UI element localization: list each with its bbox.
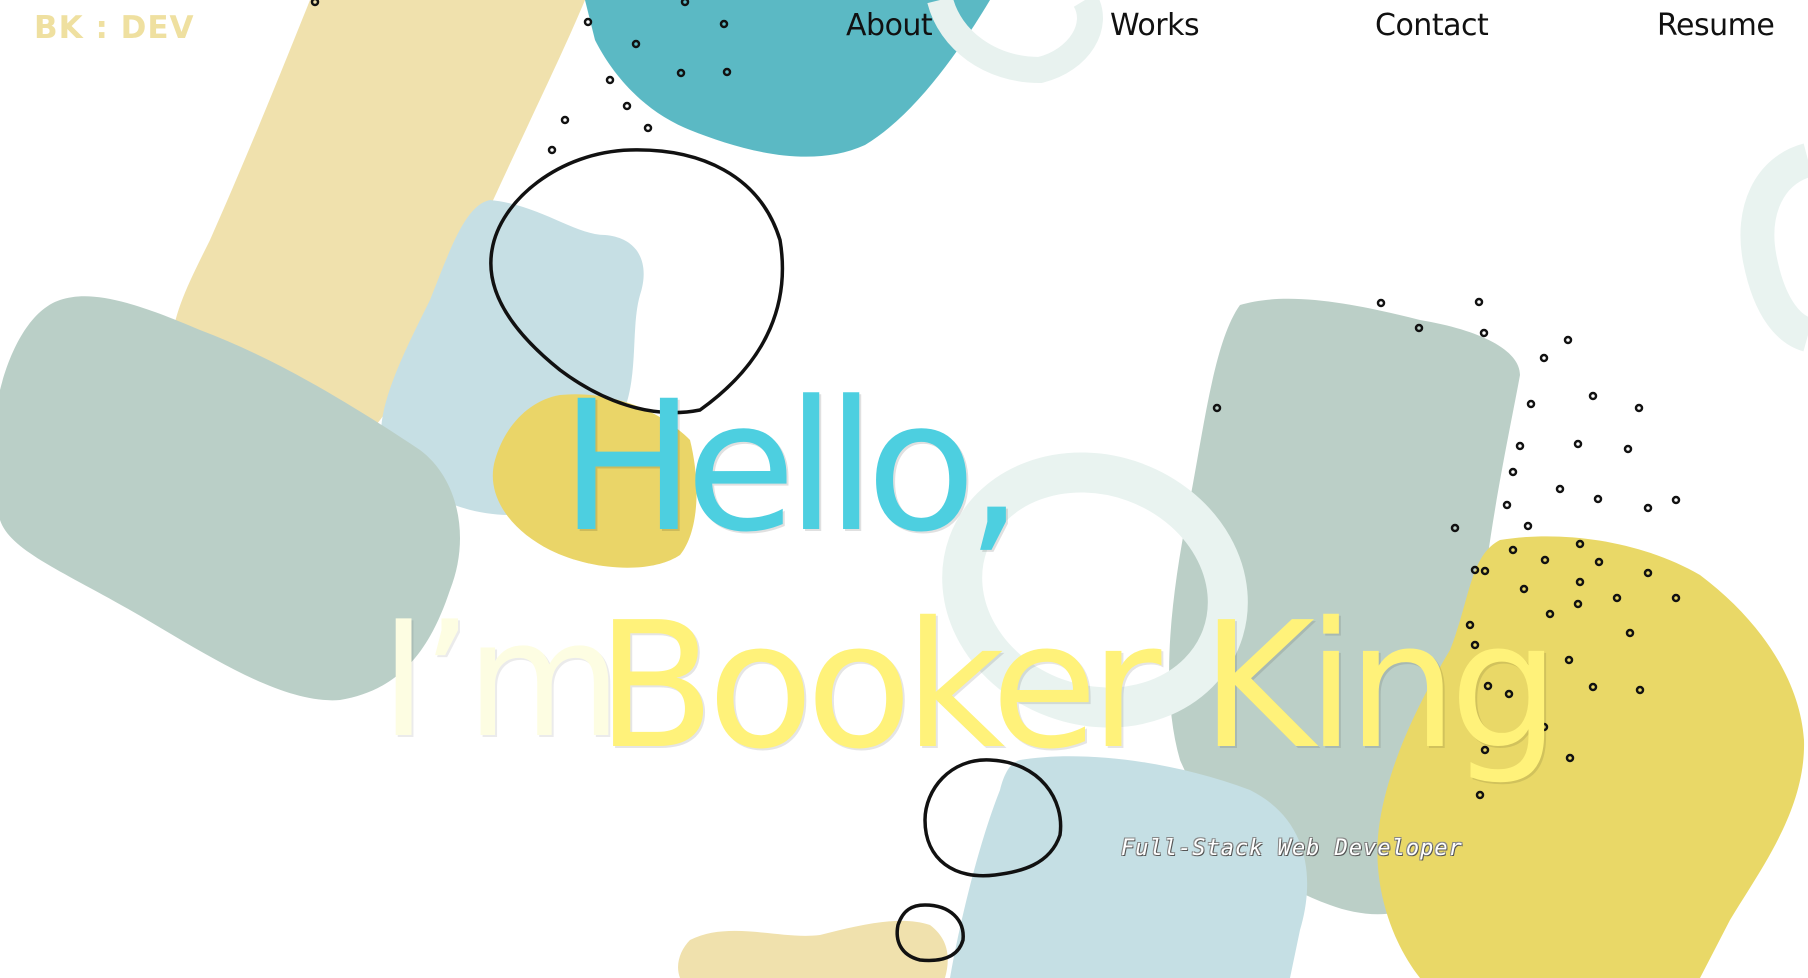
site-logo[interactable]: BK : DEV [34,10,195,46]
nav-resume-link[interactable]: Resume [1657,8,1775,43]
hero-name: Booker King [596,585,1560,788]
hero-role: Full-Stack Web Developer [1121,836,1463,861]
nav-works-link[interactable]: Works [1110,8,1200,43]
mint-ring-right [1740,143,1808,352]
nav-about-link[interactable]: About [846,8,933,43]
nav-contact-link[interactable]: Contact [1375,8,1489,43]
tan-blob-bottom [678,920,948,978]
hero-intro: I’m [380,586,622,773]
hero-greeting: Hello, [560,363,1023,572]
